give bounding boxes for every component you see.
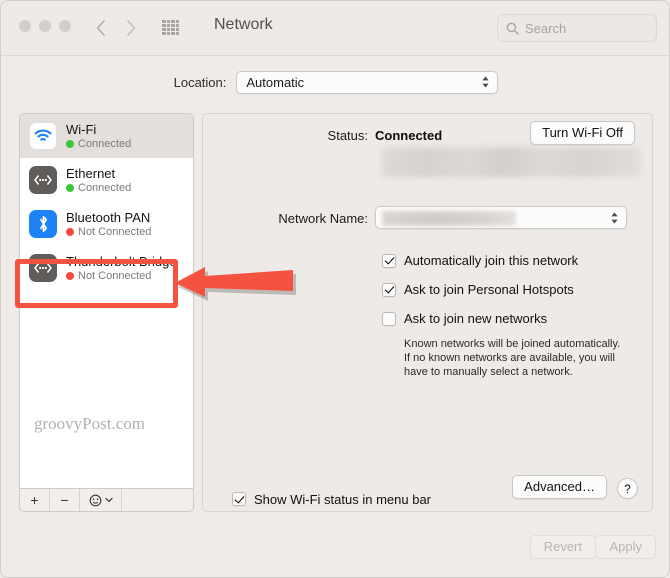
traffic-lights [19, 20, 71, 32]
network-name-label: Network Name: [278, 211, 368, 226]
service-status-label: Connected [78, 138, 132, 150]
watermark: groovyPost.com [34, 414, 145, 433]
up-down-chevron-icon [481, 75, 490, 89]
network-name-select[interactable] [375, 206, 627, 229]
search-placeholder: Search [525, 20, 567, 36]
chevron-left-icon[interactable] [95, 14, 106, 42]
service-status: Not Connected [66, 226, 151, 238]
checkbox-indicator[interactable] [382, 282, 396, 297]
status-label: Status: [327, 128, 368, 143]
wifi-icon [29, 122, 57, 150]
ethernet-icon [29, 166, 57, 194]
page-title: Network [214, 16, 273, 33]
show-all-grid-icon[interactable] [162, 20, 179, 35]
search-field[interactable]: Search [497, 14, 657, 42]
zoom-button[interactable] [59, 20, 71, 32]
add-service-button[interactable]: + [20, 489, 50, 511]
service-status-label: Not Connected [78, 226, 152, 238]
remove-service-button[interactable]: − [50, 489, 80, 511]
help-text: Known networks will be joined automatica… [404, 338, 621, 378]
location-row: Location: Automatic [1, 57, 669, 107]
window-footer: Revert Apply [1, 515, 669, 577]
network-name-redacted [382, 211, 516, 226]
sidebar-item-thunderbolt-bridge[interactable]: Thunderbolt Bridge Not Connected [20, 246, 193, 290]
sidebar-item-bluetooth-pan[interactable]: Bluetooth PAN Not Connected [20, 202, 193, 246]
up-down-chevron-icon [610, 211, 619, 225]
service-detail-panel: Status: Connected Turn Wi-Fi Off Network… [202, 113, 653, 512]
apply-button[interactable]: Apply [595, 535, 656, 559]
service-name: Bluetooth PAN [66, 210, 151, 225]
location-value: Automatic [246, 74, 305, 90]
toolbar-filler [122, 489, 193, 511]
service-status-label: Not Connected [78, 270, 152, 282]
checkbox-ask-new-networks[interactable]: Ask to join new networks [382, 311, 578, 326]
status-led-icon [66, 272, 74, 280]
service-status-label: Connected [78, 182, 132, 194]
checkbox-indicator[interactable] [232, 492, 246, 506]
close-button[interactable] [19, 20, 31, 32]
checkbox-auto-join[interactable]: Automatically join this network [382, 253, 578, 268]
titlebar: Network Search [1, 1, 669, 56]
status-led-icon [66, 228, 74, 236]
checkbox-personal-hotspots[interactable]: Ask to join Personal Hotspots [382, 282, 578, 297]
bluetooth-icon [29, 210, 57, 238]
checkbox-label: Show Wi-Fi status in menu bar [254, 491, 432, 507]
service-name: Thunderbolt Bridge [66, 254, 177, 269]
gear-action-icon [89, 494, 101, 506]
content-area: Wi-Fi Connected Ethernet Connected Bluet… [1, 105, 669, 577]
sidebar-item-text: Thunderbolt Bridge Not Connected [66, 254, 177, 282]
checkbox-indicator[interactable] [382, 253, 396, 268]
status-value: Connected [375, 128, 443, 143]
checkbox-label: Automatically join this network [404, 253, 579, 268]
chevron-down-icon [104, 497, 113, 502]
network-name-row: Network Name: [203, 206, 652, 229]
advanced-button[interactable]: Advanced… [512, 475, 607, 499]
minimize-button[interactable] [39, 20, 51, 32]
sidebar-item-text: Bluetooth PAN Not Connected [66, 210, 151, 238]
service-name: Ethernet [66, 166, 116, 181]
service-status: Connected [66, 182, 131, 194]
service-action-menu-button[interactable] [80, 489, 122, 511]
checkbox-show-wifi-status[interactable]: Show Wi-Fi status in menu bar [232, 492, 431, 507]
revert-button[interactable]: Revert [529, 535, 596, 559]
network-preferences-window: Network Search Location: Automatic Wi-Fi… [0, 0, 670, 578]
help-button[interactable]: ? [617, 478, 638, 499]
checkbox-indicator[interactable] [382, 311, 396, 326]
turn-wifi-off-button[interactable]: Turn Wi-Fi Off [530, 121, 635, 145]
service-list-toolbar: + − [19, 488, 194, 512]
thunderbolt-icon [29, 254, 57, 282]
network-options-checkboxes: Automatically join this network Ask to j… [382, 253, 578, 326]
status-led-icon [66, 184, 74, 192]
service-name: Wi-Fi [66, 122, 97, 137]
checkbox-label: Ask to join Personal Hotspots [404, 282, 574, 297]
status-led-icon [66, 140, 74, 148]
chevron-right-icon[interactable] [126, 14, 137, 42]
sidebar-item-ethernet[interactable]: Ethernet Connected [20, 158, 193, 202]
sidebar-item-text: Ethernet Connected [66, 166, 131, 194]
network-services-list[interactable]: Wi-Fi Connected Ethernet Connected Bluet… [19, 113, 194, 488]
sidebar-item-text: Wi-Fi Connected [66, 122, 131, 150]
sidebar-item-wi-fi[interactable]: Wi-Fi Connected [20, 114, 193, 158]
navigation-buttons [95, 14, 137, 42]
service-status: Connected [66, 138, 131, 150]
checkbox-label: Ask to join new networks [404, 311, 548, 326]
service-status: Not Connected [66, 270, 177, 282]
search-icon [506, 22, 519, 35]
status-detail-redacted [382, 147, 641, 177]
location-label: Location: [173, 74, 227, 90]
location-select[interactable]: Automatic [236, 70, 499, 94]
